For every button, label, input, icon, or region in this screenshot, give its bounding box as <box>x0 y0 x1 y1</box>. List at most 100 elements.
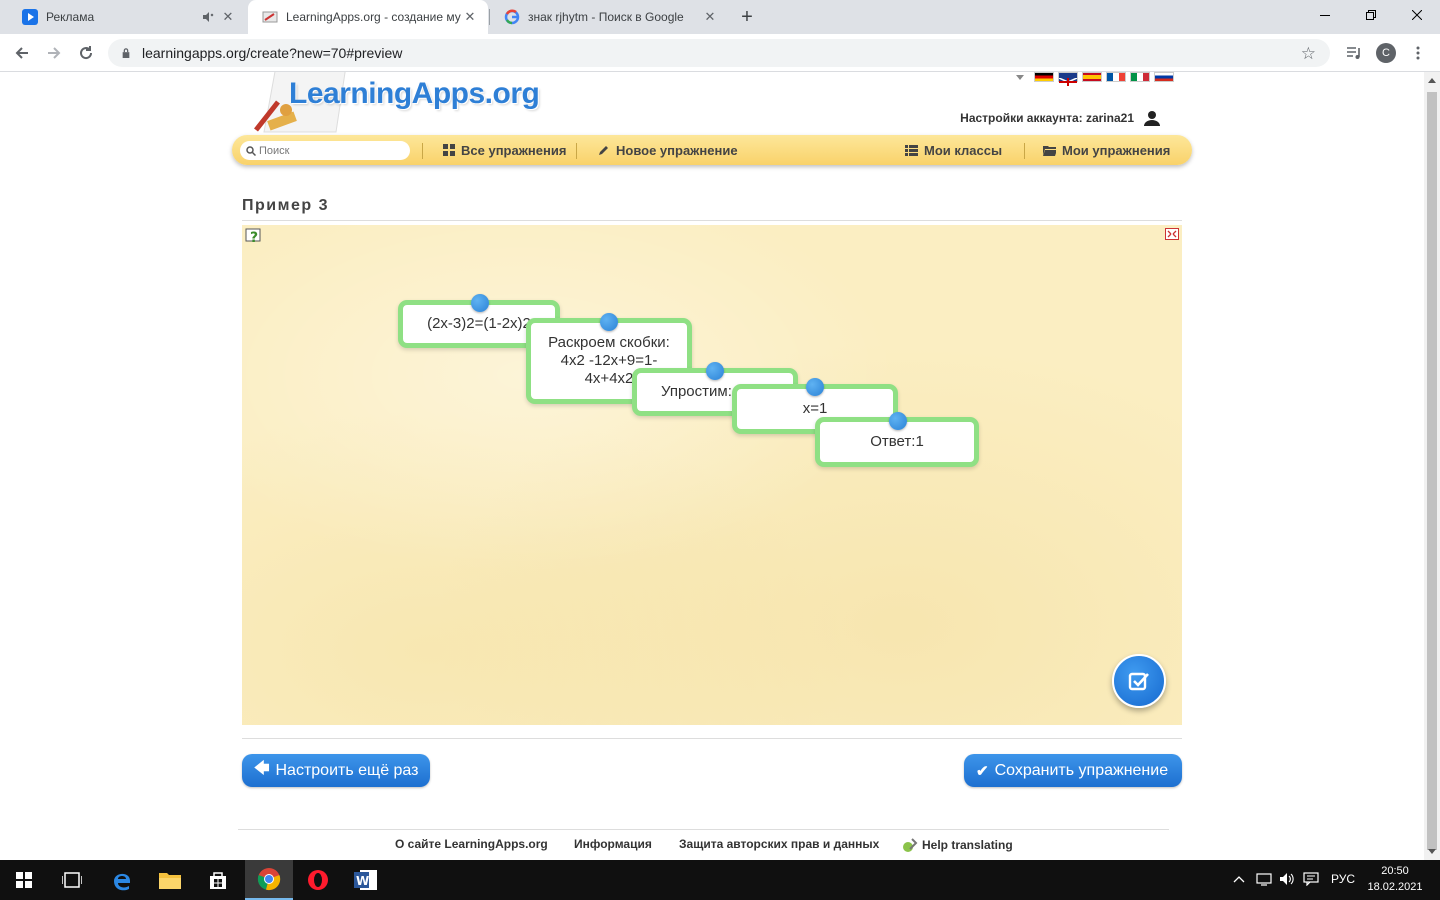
clock-date: 18.02.2021 <box>1367 881 1423 893</box>
media-control-icon[interactable] <box>1344 43 1364 63</box>
nav-all-exercises[interactable]: Все упражнения <box>442 135 566 165</box>
grid-icon <box>442 144 455 156</box>
page-scrollbar[interactable] <box>1424 72 1440 860</box>
new-tab-button[interactable]: + <box>737 7 757 27</box>
chevron-down-icon[interactable] <box>1016 74 1024 80</box>
divider <box>238 829 1169 830</box>
tab-strip: Реклама ✕ LearningApps.org - создание му… <box>0 0 1440 34</box>
connector-dot[interactable] <box>889 412 907 430</box>
flag-de-icon[interactable] <box>1034 72 1054 82</box>
tab-title: LearningApps.org - создание му <box>286 10 461 24</box>
reload-icon[interactable] <box>74 41 98 65</box>
user-icon <box>1144 111 1160 126</box>
browser-toolbar: learningapps.org/create?new=70#preview ☆… <box>0 34 1440 72</box>
footer-translate-link[interactable]: Help translating <box>902 837 1013 853</box>
nav-my-exercises[interactable]: Мои упражнения <box>1043 135 1170 165</box>
nav-my-classes[interactable]: Мои классы <box>905 135 1002 165</box>
exercise-stage: ? (2x-3)2=(1-2x)2 Раскроем скобки: 4x2 -… <box>242 225 1182 725</box>
search-icon <box>246 145 256 156</box>
check-answer-button[interactable] <box>1112 654 1166 708</box>
address-bar[interactable]: learningapps.org/create?new=70#preview ☆ <box>108 39 1330 67</box>
footer-info-link[interactable]: Информация <box>574 837 652 851</box>
close-window-icon[interactable] <box>1394 0 1440 30</box>
nav-new-exercise[interactable]: Новое упражнение <box>597 135 738 165</box>
tab-title: знак rjhytm - Поиск в Google <box>528 10 684 24</box>
folder-icon <box>1043 144 1056 156</box>
translate-icon <box>903 838 918 852</box>
file-explorer-icon[interactable] <box>146 860 194 900</box>
profile-avatar[interactable]: C <box>1376 43 1396 63</box>
footer-about-link[interactable]: О сайте LearningApps.org <box>395 837 548 851</box>
word-icon[interactable]: W <box>342 860 390 900</box>
clock-time: 20:50 <box>1381 865 1409 877</box>
tray-chevron-up-icon[interactable] <box>1233 872 1245 886</box>
svg-text:W: W <box>356 874 369 888</box>
flag-it-icon[interactable] <box>1130 72 1150 82</box>
flag-fr-icon[interactable] <box>1106 72 1126 82</box>
speaker-icon[interactable] <box>200 9 216 25</box>
google-icon <box>504 9 520 25</box>
lock-icon <box>122 48 130 58</box>
check-icon: ✔ <box>976 762 989 780</box>
save-exercise-button[interactable]: ✔ Сохранить упражнение <box>964 754 1182 787</box>
fullscreen-icon[interactable] <box>1165 228 1179 240</box>
volume-icon[interactable] <box>1279 872 1295 889</box>
bookmark-star-icon[interactable]: ☆ <box>1301 44 1316 64</box>
scroll-down-icon[interactable] <box>1428 849 1436 854</box>
close-tab-icon[interactable]: ✕ <box>462 9 478 25</box>
menu-dots-icon[interactable] <box>1408 43 1428 63</box>
search-input[interactable]: Поиск <box>240 141 410 160</box>
clock[interactable]: 20:50 18.02.2021 <box>1364 863 1426 895</box>
flag-es-icon[interactable] <box>1082 72 1102 82</box>
connector-dot[interactable] <box>806 378 824 396</box>
tab-title: Реклама <box>46 10 95 24</box>
network-icon[interactable] <box>1256 872 1272 889</box>
windows-taskbar: W РУС 20:50 18.02.2021 <box>0 860 1440 900</box>
exercise-title: Пример 3 <box>242 197 329 214</box>
notifications-icon[interactable] <box>1303 872 1319 889</box>
arrow-left-icon: 🡄 <box>254 760 270 777</box>
pencil-icon <box>597 144 610 156</box>
learningapps-icon <box>262 9 278 25</box>
scrollbar-thumb[interactable] <box>1427 92 1437 850</box>
reconfigure-button[interactable]: 🡄 Настроить ещё раз <box>242 754 431 787</box>
account-settings[interactable]: Настройки аккаунта: zarina21 <box>960 110 1160 126</box>
checkbox-icon <box>1128 672 1149 691</box>
opera-icon[interactable] <box>294 860 342 900</box>
back-icon[interactable] <box>10 41 34 65</box>
minimize-icon[interactable] <box>1302 0 1348 30</box>
connector-dot[interactable] <box>471 294 489 312</box>
flag-ru-icon[interactable] <box>1154 72 1174 82</box>
site-logo[interactable]: LearningApps.org <box>289 77 540 111</box>
nav-divider <box>576 143 577 159</box>
language-flags <box>1016 72 1174 87</box>
connector-dot[interactable] <box>706 362 724 380</box>
maximize-icon[interactable] <box>1348 0 1394 30</box>
tab-learningapps[interactable]: LearningApps.org - создание му ✕ <box>248 0 488 34</box>
task-view-icon[interactable] <box>48 860 96 900</box>
svg-text:?: ? <box>250 230 258 246</box>
tab-google[interactable]: знак rjhytm - Поиск в Google ✕ <box>490 0 728 34</box>
flag-gb-icon[interactable] <box>1058 72 1078 87</box>
help-icon[interactable]: ? <box>245 228 263 246</box>
nav-divider <box>1024 143 1025 159</box>
edge-icon[interactable] <box>98 860 146 900</box>
windows-start-icon[interactable] <box>0 860 48 900</box>
play-icon <box>22 9 38 25</box>
store-icon[interactable] <box>194 860 242 900</box>
divider <box>242 220 1182 221</box>
forward-icon[interactable] <box>42 41 66 65</box>
language-indicator[interactable]: РУС <box>1331 872 1355 886</box>
connector-dot[interactable] <box>600 313 618 331</box>
chrome-icon[interactable] <box>245 860 293 900</box>
close-tab-icon[interactable]: ✕ <box>220 9 236 25</box>
close-tab-icon[interactable]: ✕ <box>702 9 718 25</box>
footer-privacy-link[interactable]: Защита авторских прав и данных <box>679 837 879 851</box>
nav-divider <box>422 143 423 159</box>
page-content: LearningApps.org Настройки аккаунта: zar… <box>0 72 1424 860</box>
account-label: Настройки аккаунта: zarina21 <box>960 111 1134 125</box>
main-navbar: Поиск Все упражнения Новое упражнение Мо… <box>232 135 1192 165</box>
tab-reklama[interactable]: Реклама ✕ <box>8 0 246 34</box>
url-text: learningapps.org/create?new=70#preview <box>142 45 403 61</box>
scroll-up-icon[interactable] <box>1428 78 1436 83</box>
